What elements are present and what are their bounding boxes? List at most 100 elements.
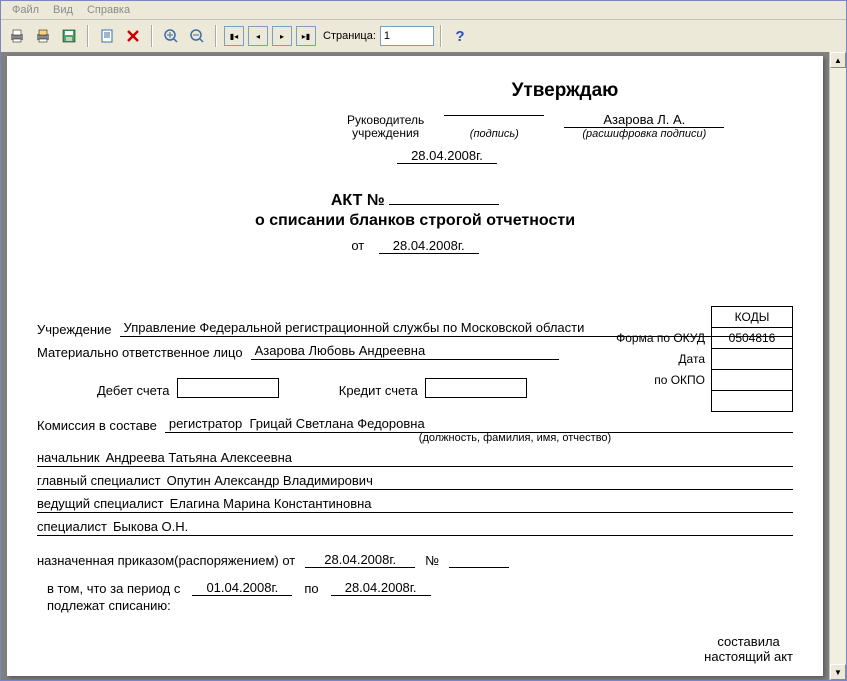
- zoom-in-icon[interactable]: [159, 24, 183, 48]
- content-area: Утверждаю Руководитель учреждения (подпи…: [1, 52, 846, 680]
- approve-title: Утверждаю: [337, 80, 793, 102]
- help-icon[interactable]: ?: [448, 24, 472, 48]
- menu-file[interactable]: Файл: [5, 2, 46, 18]
- extra-code-value: [712, 391, 793, 412]
- member-name: Опутин Александр Владимирович: [167, 473, 373, 488]
- first-page-icon[interactable]: ▮◂: [224, 26, 244, 46]
- member-row: начальник Андреева Татьяна Алексеевна: [37, 450, 793, 467]
- head-label: Руководитель учреждения: [347, 114, 424, 140]
- order-date: 28.04.2008г.: [305, 552, 415, 568]
- commission-caption: (должность, фамилия, имя, отчество): [237, 432, 793, 444]
- okpo-value: [712, 370, 793, 391]
- credit-group: Кредит счета: [339, 378, 527, 398]
- decode-caption: (расшифровка подписи): [564, 128, 724, 140]
- print-setup-icon[interactable]: [31, 24, 55, 48]
- order-row: назначенная приказом(распоряжением) от 2…: [37, 552, 793, 568]
- period-label: в том, что за период с: [47, 581, 180, 596]
- menu-help[interactable]: Справка: [80, 2, 137, 18]
- from-date-value: 28.04.2008г.: [379, 238, 479, 254]
- head-name: Азарова Л. А.: [564, 112, 724, 127]
- member-name: Быкова О.Н.: [113, 519, 188, 534]
- menubar: Файл Вид Справка: [1, 1, 846, 20]
- period-row: в том, что за период с 01.04.2008г. по 2…: [37, 580, 793, 596]
- debet-group: Дебет счета: [97, 378, 279, 398]
- compiled-line2: настоящий акт: [704, 649, 793, 664]
- paper-viewport: Утверждаю Руководитель учреждения (подпи…: [1, 52, 829, 680]
- document-page: Утверждаю Руководитель учреждения (подпи…: [7, 56, 823, 676]
- member-role: специалист: [37, 519, 107, 534]
- close-icon[interactable]: [121, 24, 145, 48]
- app-window: Файл Вид Справка ▮◂ ◂ ▸ ▸▮ С: [0, 0, 847, 681]
- zoom-out-icon[interactable]: [185, 24, 209, 48]
- approve-date-value: 28.04.2008г.: [397, 148, 497, 164]
- save-icon[interactable]: [57, 24, 81, 48]
- vertical-scrollbar[interactable]: ▲ ▼: [829, 52, 846, 680]
- scroll-down-icon[interactable]: ▼: [830, 664, 846, 680]
- date-code-value: [712, 349, 793, 370]
- date-code-label: Дата: [615, 349, 711, 370]
- act-number-row: АКТ №: [37, 192, 793, 210]
- menu-view[interactable]: Вид: [46, 2, 80, 18]
- last-page-icon[interactable]: ▸▮: [296, 26, 316, 46]
- commission-row: Комиссия в составе регистратор Грицай Св…: [37, 416, 793, 433]
- toolbar-separator: [215, 25, 217, 47]
- approve-row: Руководитель учреждения (подпись) Азаров…: [347, 112, 793, 140]
- act-no-blank: [389, 204, 499, 205]
- toolbar-separator: [87, 25, 89, 47]
- page-number-input[interactable]: [380, 26, 434, 46]
- period-from: 01.04.2008г.: [192, 580, 292, 596]
- compiled-note: составила настоящий акт: [704, 634, 793, 664]
- debet-box: [177, 378, 279, 398]
- head-label-line2: учреждения: [352, 126, 419, 140]
- commission-lead: регистратор Грицай Светлана Федоровна: [165, 416, 793, 433]
- mol-label: Материально ответственное лицо: [37, 345, 243, 360]
- signature-caption: (подпись): [444, 128, 544, 140]
- credit-box: [425, 378, 527, 398]
- scroll-up-icon[interactable]: ▲: [830, 52, 846, 68]
- order-no-label: №: [425, 553, 439, 568]
- mol-value: Азарова Любовь Андреевна: [251, 343, 559, 360]
- commission-lead-name: Грицай Светлана Федоровна: [249, 416, 424, 431]
- okud-value: 0504816: [712, 328, 793, 349]
- order-label: назначенная приказом(распоряжением) от: [37, 553, 295, 568]
- member-role: ведущий специалист: [37, 496, 164, 511]
- member-role: главный специалист: [37, 473, 161, 488]
- head-label-line1: Руководитель: [347, 113, 424, 127]
- period-to: 28.04.2008г.: [331, 580, 431, 596]
- codes-box: КОДЫ Форма по ОКУД 0504816 Дата по ОКПО: [615, 306, 793, 412]
- member-row: ведущий специалист Елагина Марина Конста…: [37, 496, 793, 513]
- next-page-icon[interactable]: ▸: [272, 26, 292, 46]
- member-row: главный специалист Опутин Александр Влад…: [37, 473, 793, 490]
- prev-page-icon[interactable]: ◂: [248, 26, 268, 46]
- writeoff-label: подлежат списанию:: [37, 598, 793, 613]
- member-name: Андреева Татьяна Алексеевна: [106, 450, 292, 465]
- credit-label: Кредит счета: [339, 383, 418, 398]
- debet-label: Дебет счета: [97, 383, 170, 398]
- institution-label: Учреждение: [37, 322, 112, 337]
- from-label: от: [351, 238, 364, 253]
- act-no-label: АКТ №: [331, 192, 385, 209]
- member-name: Елагина Марина Константиновна: [170, 496, 372, 511]
- signature-slot: (подпись): [444, 115, 544, 140]
- toolbar-separator: [151, 25, 153, 47]
- print-icon[interactable]: [5, 24, 29, 48]
- order-no-blank: [449, 552, 509, 568]
- compiled-line1: составила: [717, 634, 779, 649]
- codes-head: КОДЫ: [712, 307, 793, 328]
- okpo-label: по ОКПО: [615, 370, 711, 391]
- commission-lead-role: регистратор: [169, 416, 242, 431]
- member-row: специалист Быкова О.Н.: [37, 519, 793, 536]
- commission-label: Комиссия в составе: [37, 418, 157, 433]
- scroll-track[interactable]: [830, 68, 846, 664]
- member-role: начальник: [37, 450, 100, 465]
- period-to-label: по: [304, 581, 318, 596]
- page-icon[interactable]: [95, 24, 119, 48]
- page-label: Страница:: [323, 30, 376, 42]
- act-subtitle: о списании бланков строгой отчетности: [37, 212, 793, 230]
- okud-label: Форма по ОКУД: [615, 328, 711, 349]
- toolbar-separator: [440, 25, 442, 47]
- toolbar: ▮◂ ◂ ▸ ▸▮ Страница: ?: [1, 20, 846, 53]
- approve-date: 28.04.2008г.: [387, 148, 507, 164]
- head-name-slot: Азарова Л. А. (расшифровка подписи): [564, 112, 724, 140]
- from-date-row: от 28.04.2008г.: [37, 238, 793, 254]
